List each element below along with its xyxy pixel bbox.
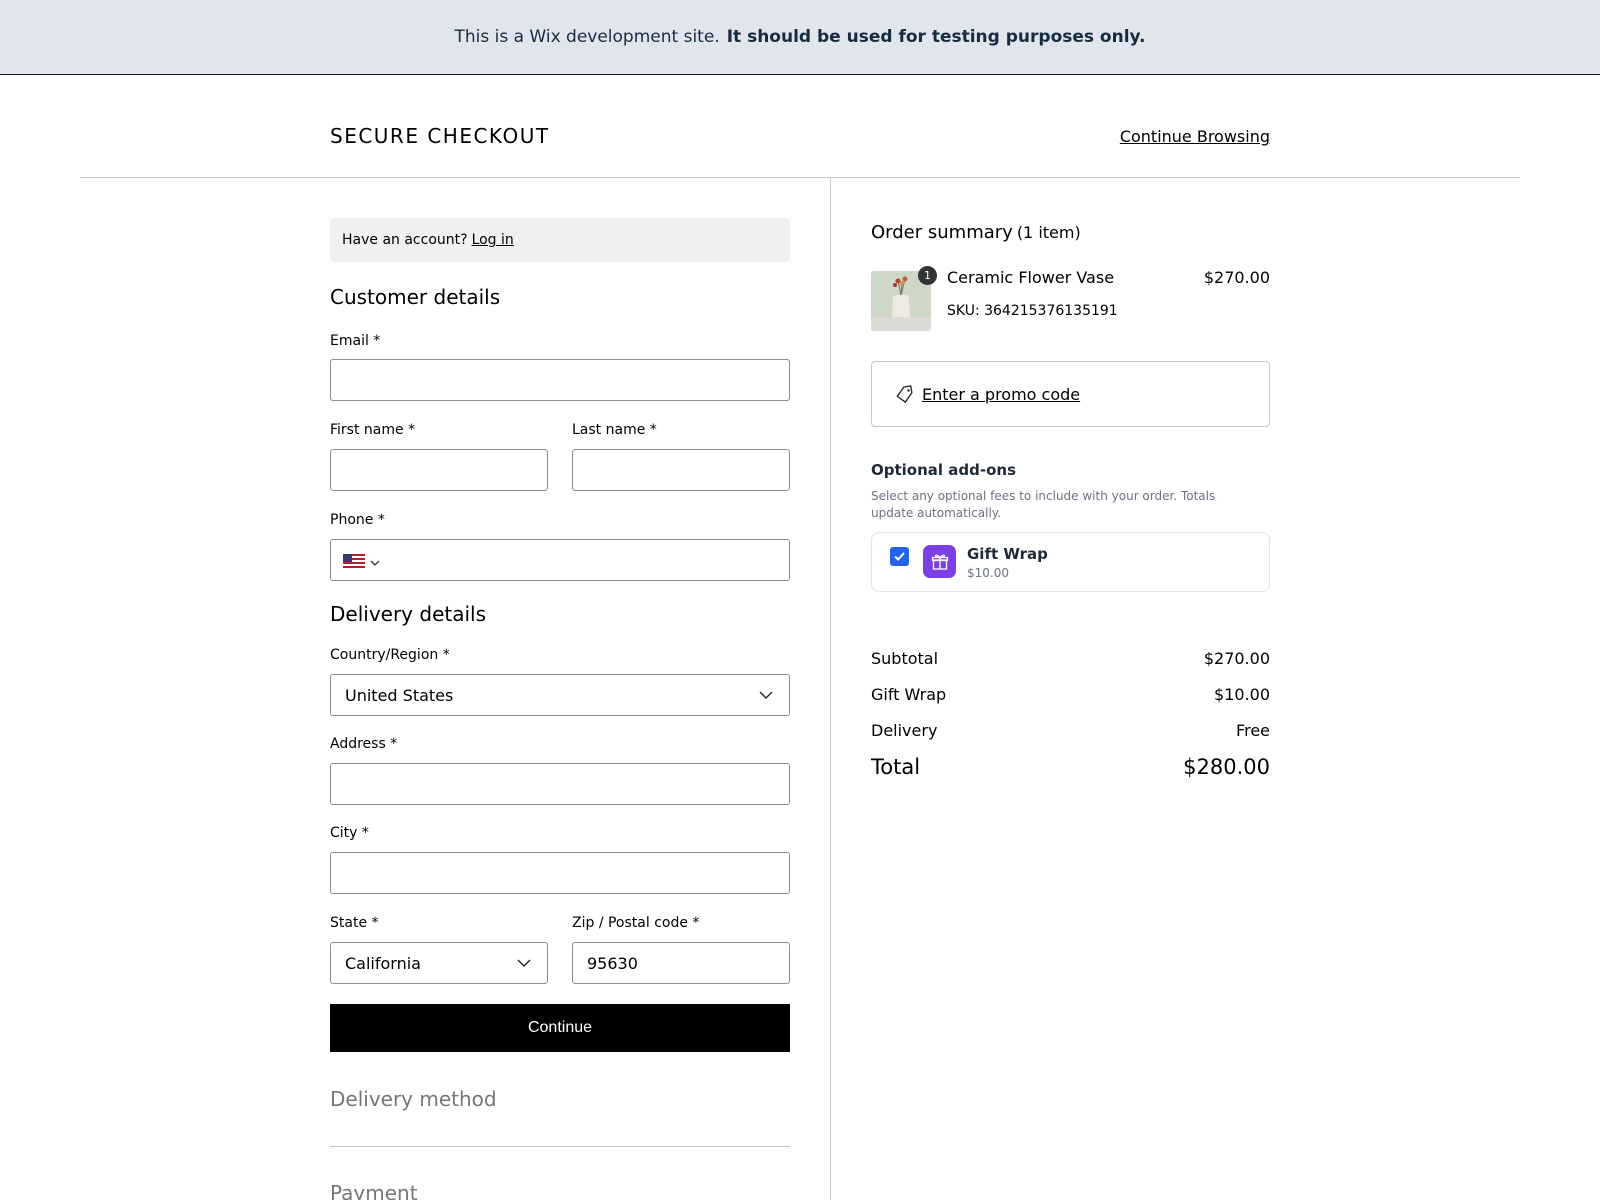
addon-price: $10.00: [967, 566, 1009, 580]
product-name: Ceramic Flower Vase: [947, 268, 1115, 287]
product-sku: SKU: 364215376135191: [947, 303, 1118, 319]
total-row: Total $280.00: [871, 755, 1270, 779]
addon-name: Gift Wrap: [967, 545, 1048, 563]
column-divider: [830, 178, 831, 1200]
customer-details-title: Customer details: [330, 285, 501, 309]
last-name-label: Last name *: [572, 422, 657, 438]
email-label: Email *: [330, 333, 381, 349]
country-value: United States: [345, 685, 454, 705]
gift-wrap-row: Gift Wrap $10.00: [871, 685, 1270, 704]
summary-heading: Order summary (1 item): [871, 222, 1081, 243]
delivery-label: Delivery: [871, 721, 938, 740]
gift-icon: [923, 545, 956, 578]
phone-field[interactable]: [330, 539, 790, 581]
continue-button[interactable]: Continue: [330, 1004, 790, 1052]
continue-browsing-link[interactable]: Continue Browsing: [1120, 127, 1270, 146]
zip-label: Zip / Postal code *: [572, 915, 700, 931]
gift-wrap-addon[interactable]: Gift Wrap $10.00: [871, 532, 1270, 592]
delivery-row: Delivery Free: [871, 721, 1270, 740]
us-flag-icon[interactable]: [343, 553, 365, 568]
country-label: Country/Region *: [330, 647, 450, 663]
country-select[interactable]: United States: [330, 674, 790, 716]
address-field[interactable]: [330, 763, 790, 805]
addons-description: Select any optional fees to include with…: [871, 489, 1216, 520]
first-name-label: First name *: [330, 422, 416, 438]
first-name-field[interactable]: [330, 449, 548, 491]
addons-title: Optional add-ons: [871, 461, 1017, 479]
subtotal-row: Subtotal $270.00: [871, 649, 1270, 668]
chevron-down-icon[interactable]: [369, 554, 381, 566]
quantity-badge: 1: [918, 266, 937, 285]
product-price: $270.00: [1203, 268, 1270, 287]
chevron-down-icon: [757, 686, 775, 704]
banner-text-bold: It should be used for testing purposes o…: [726, 27, 1146, 47]
total-value: $280.00: [1183, 755, 1270, 779]
promo-code-link[interactable]: Enter a promo code: [922, 385, 1080, 404]
gift-wrap-label: Gift Wrap: [871, 685, 947, 704]
total-label: Total: [871, 755, 921, 779]
address-label: Address *: [330, 736, 398, 752]
last-name-field[interactable]: [572, 449, 790, 491]
gift-wrap-value: $10.00: [1214, 685, 1270, 704]
chevron-down-icon: [515, 954, 533, 972]
delivery-method-step[interactable]: Delivery method: [330, 1087, 497, 1111]
state-value: California: [345, 953, 421, 973]
zip-field[interactable]: 95630: [572, 942, 790, 984]
checkout-form: Have an account? Log in Customer details…: [330, 218, 790, 1200]
state-select[interactable]: California: [330, 942, 548, 984]
delivery-details-title: Delivery details: [330, 602, 487, 626]
subtotal-label: Subtotal: [871, 649, 939, 668]
summary-count: (1 item): [1016, 223, 1081, 242]
login-link[interactable]: Log in: [472, 232, 514, 248]
city-label: City *: [330, 825, 369, 841]
subtotal-value: $270.00: [1203, 649, 1270, 668]
summary-title: Order summary: [871, 222, 1013, 243]
delivery-value: Free: [1236, 721, 1270, 740]
account-box: Have an account? Log in: [330, 218, 790, 262]
phone-label: Phone *: [330, 512, 385, 528]
city-field[interactable]: [330, 852, 790, 894]
page-title: SECURE CHECKOUT: [330, 124, 550, 148]
promo-code-box[interactable]: Enter a promo code: [871, 361, 1270, 427]
tag-icon: [896, 385, 914, 403]
gift-wrap-checkbox[interactable]: [890, 547, 909, 566]
state-label: State *: [330, 915, 379, 931]
step-divider: [330, 1146, 790, 1147]
account-prompt: Have an account?: [342, 232, 468, 248]
banner-text: This is a Wix development site.: [454, 27, 720, 47]
dev-site-banner: This is a Wix development site. It shoul…: [0, 0, 1600, 75]
email-field[interactable]: [330, 359, 790, 401]
payment-step[interactable]: Payment: [330, 1181, 418, 1200]
header-divider: [80, 177, 1520, 178]
